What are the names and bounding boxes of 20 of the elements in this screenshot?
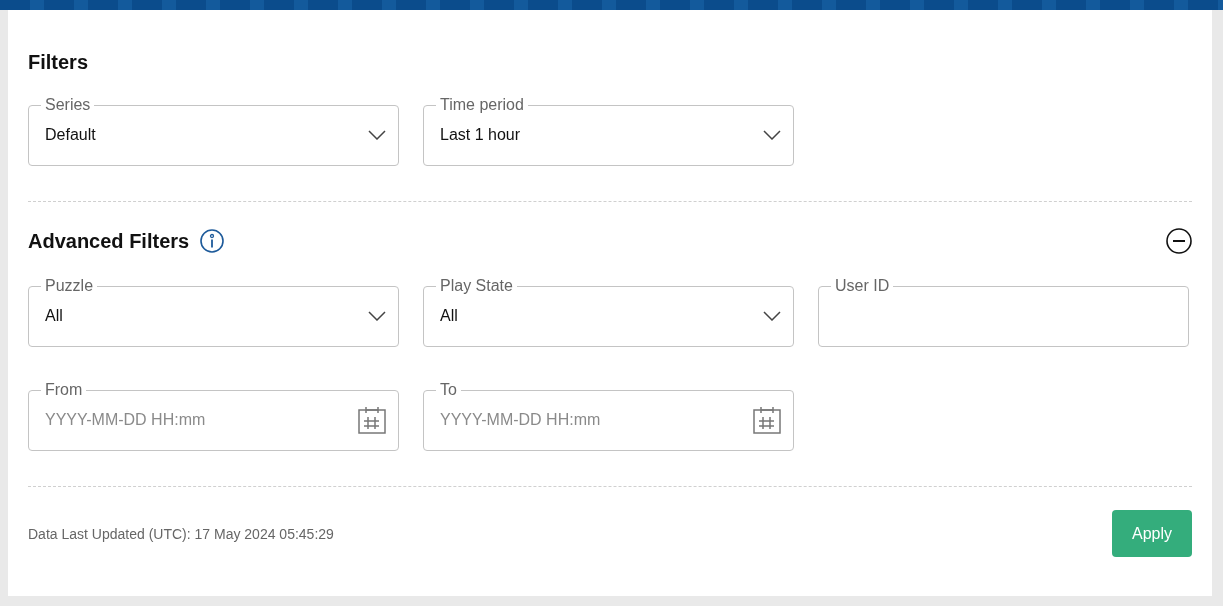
date-field[interactable]: From YYYY-MM-DD HH:mm bbox=[28, 381, 399, 451]
select-field[interactable]: Play State All bbox=[423, 277, 794, 347]
chevron-down-icon[interactable] bbox=[368, 129, 386, 140]
collapse-icon[interactable] bbox=[1166, 228, 1192, 254]
chevron-down-icon[interactable] bbox=[368, 310, 386, 321]
input-field[interactable]: User ID bbox=[818, 277, 1189, 347]
date-input[interactable]: YYYY-MM-DD HH:mm bbox=[436, 410, 745, 429]
date-field[interactable]: To YYYY-MM-DD HH:mm bbox=[423, 381, 794, 451]
info-icon[interactable] bbox=[200, 229, 225, 253]
chevron-down-icon[interactable] bbox=[763, 129, 781, 140]
section-title: Advanced Filters bbox=[28, 230, 190, 252]
select-field[interactable]: Series Default bbox=[28, 96, 399, 166]
chevron-down-icon[interactable] bbox=[763, 310, 781, 321]
select-field[interactable]: Time period Last 1 hour bbox=[423, 96, 794, 166]
select-field[interactable]: Puzzle All bbox=[28, 277, 399, 347]
calendar-icon[interactable] bbox=[753, 405, 781, 434]
section-title: Filters bbox=[28, 51, 90, 73]
date-input[interactable]: YYYY-MM-DD HH:mm bbox=[41, 410, 350, 429]
last-updated-text: Data Last Updated (UTC): 17 May 2024 05:45:29 bbox=[28, 525, 334, 542]
calendar-icon[interactable] bbox=[358, 405, 386, 434]
